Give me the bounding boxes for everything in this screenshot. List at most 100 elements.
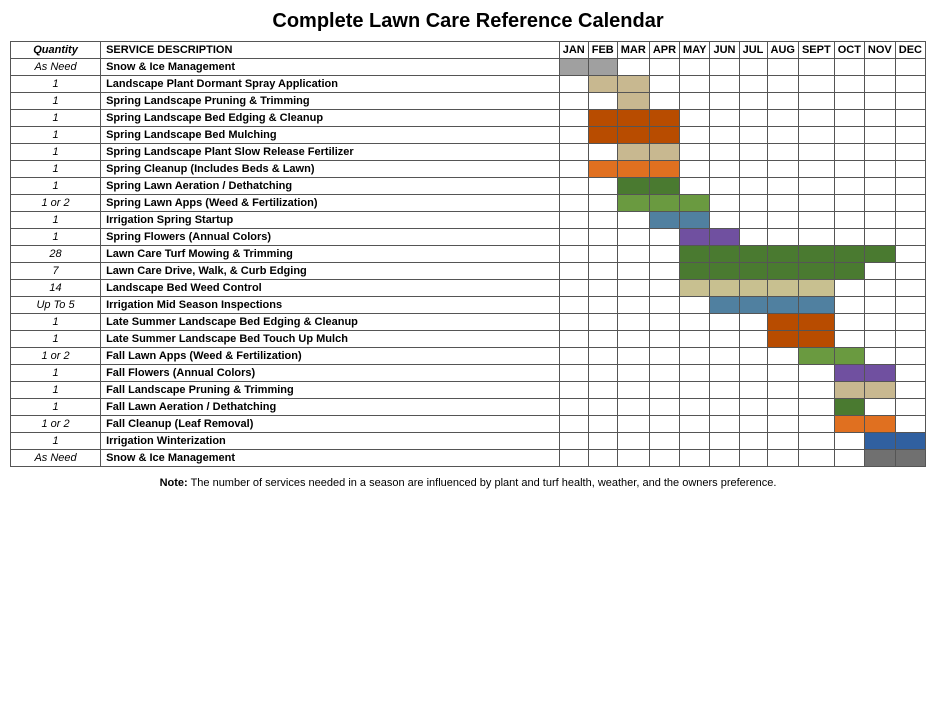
month-cell [649, 76, 679, 93]
month-cell [588, 365, 617, 382]
header-dec: DEC [895, 42, 925, 59]
month-cell [895, 59, 925, 76]
month-cell [559, 331, 588, 348]
qty-cell: 1 [11, 178, 101, 195]
month-cell [739, 382, 767, 399]
month-cell [767, 331, 798, 348]
month-cell [617, 314, 649, 331]
month-cell [588, 314, 617, 331]
qty-cell: 14 [11, 280, 101, 297]
month-cell [864, 365, 895, 382]
month-cell [617, 280, 649, 297]
header-may: MAY [680, 42, 710, 59]
month-cell [710, 433, 739, 450]
month-cell [798, 399, 834, 416]
month-cell [617, 399, 649, 416]
month-cell [559, 127, 588, 144]
month-cell [559, 433, 588, 450]
month-cell [834, 263, 864, 280]
month-cell [588, 144, 617, 161]
month-cell [798, 314, 834, 331]
month-cell [617, 161, 649, 178]
month-cell [864, 212, 895, 229]
month-cell [767, 212, 798, 229]
note-label: Note: [160, 477, 188, 489]
month-cell [710, 280, 739, 297]
month-cell [767, 229, 798, 246]
service-cell: Snow & Ice Management [101, 450, 560, 467]
month-cell [649, 195, 679, 212]
month-cell [834, 178, 864, 195]
month-cell [767, 382, 798, 399]
month-cell [588, 212, 617, 229]
service-cell: Landscape Bed Weed Control [101, 280, 560, 297]
month-cell [739, 110, 767, 127]
table-row: 1Landscape Plant Dormant Spray Applicati… [11, 76, 926, 93]
month-cell [710, 229, 739, 246]
month-cell [739, 365, 767, 382]
qty-cell: 1 [11, 433, 101, 450]
month-cell [834, 59, 864, 76]
month-cell [895, 229, 925, 246]
service-cell: Lawn Care Turf Mowing & Trimming [101, 246, 560, 263]
month-cell [767, 450, 798, 467]
month-cell [649, 178, 679, 195]
month-cell [798, 195, 834, 212]
qty-cell: 7 [11, 263, 101, 280]
table-row: 1Spring Landscape Plant Slow Release Fer… [11, 144, 926, 161]
month-cell [798, 161, 834, 178]
month-cell [617, 348, 649, 365]
month-cell [710, 212, 739, 229]
month-cell [588, 59, 617, 76]
month-cell [798, 348, 834, 365]
month-cell [649, 348, 679, 365]
page-title: Complete Lawn Care Reference Calendar [10, 10, 926, 33]
month-cell [617, 127, 649, 144]
month-cell [767, 110, 798, 127]
month-cell [834, 297, 864, 314]
qty-cell: 1 [11, 110, 101, 127]
month-cell [798, 263, 834, 280]
month-cell [710, 144, 739, 161]
month-cell [798, 59, 834, 76]
month-cell [649, 331, 679, 348]
service-cell: Fall Cleanup (Leaf Removal) [101, 416, 560, 433]
month-cell [680, 263, 710, 280]
qty-cell: 1 [11, 382, 101, 399]
table-row: 14Landscape Bed Weed Control [11, 280, 926, 297]
month-cell [617, 297, 649, 314]
month-cell [559, 93, 588, 110]
month-cell [680, 212, 710, 229]
month-cell [649, 246, 679, 263]
qty-cell: 1 [11, 229, 101, 246]
service-cell: Spring Cleanup (Includes Beds & Lawn) [101, 161, 560, 178]
month-cell [864, 59, 895, 76]
month-cell [834, 280, 864, 297]
month-cell [798, 93, 834, 110]
month-cell [588, 450, 617, 467]
month-cell [588, 433, 617, 450]
month-cell [864, 280, 895, 297]
month-cell [559, 110, 588, 127]
month-cell [739, 212, 767, 229]
service-cell: Spring Lawn Apps (Weed & Fertilization) [101, 195, 560, 212]
month-cell [649, 127, 679, 144]
header-jun: JUN [710, 42, 739, 59]
month-cell [617, 416, 649, 433]
qty-cell: 1 [11, 331, 101, 348]
header-sept: SEPT [798, 42, 834, 59]
month-cell [767, 399, 798, 416]
month-cell [767, 314, 798, 331]
service-cell: Irrigation Winterization [101, 433, 560, 450]
month-cell [559, 212, 588, 229]
month-cell [767, 433, 798, 450]
month-cell [680, 59, 710, 76]
month-cell [864, 76, 895, 93]
month-cell [649, 59, 679, 76]
month-cell [798, 110, 834, 127]
qty-cell: 1 [11, 314, 101, 331]
month-cell [739, 314, 767, 331]
table-row: 1Irrigation Winterization [11, 433, 926, 450]
month-cell [739, 331, 767, 348]
month-cell [710, 416, 739, 433]
